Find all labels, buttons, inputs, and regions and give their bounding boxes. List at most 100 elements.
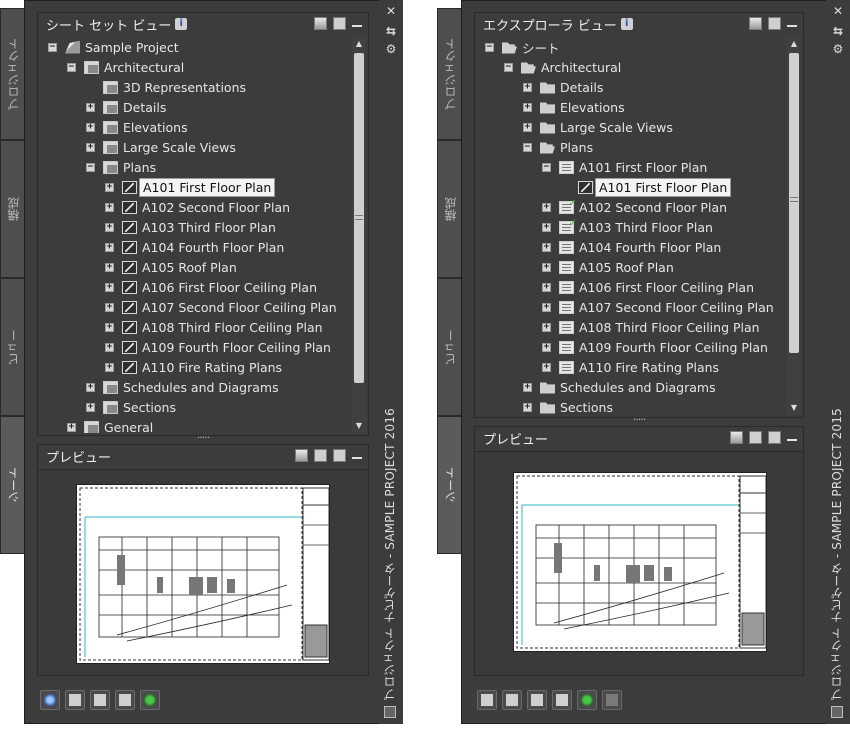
- tree-item[interactable]: + A107 Second Floor Ceiling Plan: [542, 297, 774, 317]
- expand-icon[interactable]: +: [542, 242, 551, 252]
- tree-item[interactable]: − Sample Project: [48, 37, 179, 57]
- collapse-icon[interactable]: [787, 24, 797, 27]
- expand-icon[interactable]: +: [542, 262, 551, 272]
- tab-constructs[interactable]: 構成: [437, 140, 463, 278]
- close-icon[interactable]: ✕: [383, 4, 399, 18]
- expand-icon[interactable]: +: [523, 382, 532, 392]
- settings-icon[interactable]: ⚙: [830, 42, 846, 56]
- tools-icon[interactable]: [90, 690, 110, 710]
- expand-icon[interactable]: +: [105, 242, 114, 252]
- tab-project[interactable]: プロジェクト: [0, 8, 26, 140]
- collapse-node-icon[interactable]: −: [48, 42, 57, 52]
- collapse-node-icon[interactable]: −: [86, 162, 95, 172]
- tree-scrollbar[interactable]: ▲ ▼: [787, 37, 801, 415]
- tree-item[interactable]: + A107 Second Floor Ceiling Plan: [105, 297, 337, 317]
- globe-icon[interactable]: [40, 690, 60, 710]
- expand-icon[interactable]: +: [105, 342, 114, 352]
- expand-icon[interactable]: +: [105, 182, 114, 192]
- folder-view-icon[interactable]: [333, 17, 346, 30]
- tree-item[interactable]: + A106 First Floor Ceiling Plan: [542, 277, 754, 297]
- tab-sheets[interactable]: シート: [0, 416, 26, 554]
- tree-item[interactable]: + Sections: [523, 397, 613, 415]
- expand-icon[interactable]: +: [105, 362, 114, 372]
- preview-toggle-icon[interactable]: [333, 449, 346, 462]
- expand-icon[interactable]: +: [86, 122, 95, 132]
- expand-icon[interactable]: +: [86, 142, 95, 152]
- tab-sheets[interactable]: シート: [437, 416, 463, 554]
- details-icon[interactable]: [749, 431, 762, 444]
- tree-item[interactable]: + A101 First Floor Plan: [105, 177, 276, 197]
- tree-item[interactable]: + A103 Third Floor Plan: [105, 217, 276, 237]
- tab-views[interactable]: ビュー: [0, 278, 26, 416]
- expand-icon[interactable]: +: [67, 422, 76, 432]
- expand-icon[interactable]: +: [523, 82, 532, 92]
- expand-icon[interactable]: +: [542, 322, 551, 332]
- tree-scrollbar[interactable]: ▲ ▼: [352, 37, 366, 433]
- view-options-icon[interactable]: [749, 17, 762, 30]
- expand-icon[interactable]: +: [542, 282, 551, 292]
- new-sheet-icon[interactable]: [477, 690, 497, 710]
- close-icon[interactable]: ✕: [830, 4, 846, 18]
- expand-icon[interactable]: +: [523, 122, 532, 132]
- expand-icon[interactable]: +: [542, 362, 551, 372]
- tree-item[interactable]: + A108 Third Floor Ceiling Plan: [105, 317, 323, 337]
- tree-item[interactable]: + A108 Third Floor Ceiling Plan: [542, 317, 760, 337]
- tree-item[interactable]: + Elevations: [86, 117, 188, 137]
- details-icon[interactable]: [314, 449, 327, 462]
- tree-item[interactable]: + ✓ A102 Second Floor Plan: [542, 197, 727, 217]
- collapse-preview-icon[interactable]: [787, 438, 797, 441]
- preview-mode-icon[interactable]: [295, 449, 308, 462]
- collapse-node-icon[interactable]: −: [67, 62, 76, 72]
- tree-item[interactable]: A101 First Floor Plan: [561, 177, 732, 197]
- tree-item[interactable]: + Large Scale Views: [86, 137, 236, 157]
- expand-icon[interactable]: +: [542, 342, 551, 352]
- properties-icon[interactable]: [552, 690, 572, 710]
- clipboard-icon[interactable]: [502, 690, 522, 710]
- tree-item[interactable]: − シート: [485, 37, 560, 57]
- expand-icon[interactable]: +: [523, 102, 532, 112]
- expand-icon[interactable]: +: [105, 302, 114, 312]
- disabled-icon[interactable]: [602, 690, 622, 710]
- tree-item[interactable]: − Architectural: [67, 57, 184, 77]
- scroll-up-icon[interactable]: ▲: [354, 39, 364, 49]
- refresh-icon[interactable]: [577, 690, 597, 710]
- tab-project[interactable]: プロジェクト: [437, 8, 463, 140]
- info-icon[interactable]: i: [620, 18, 633, 30]
- settings-icon[interactable]: ⚙: [383, 42, 399, 56]
- collapse-node-icon[interactable]: −: [542, 162, 551, 172]
- tree-item[interactable]: − Plans: [86, 157, 156, 177]
- tree-item[interactable]: + A105 Roof Plan: [542, 257, 674, 277]
- scroll-thumb[interactable]: [789, 53, 799, 353]
- view-options-icon[interactable]: [314, 17, 327, 30]
- collapse-node-icon[interactable]: −: [504, 62, 513, 72]
- collapse-node-icon[interactable]: −: [485, 42, 494, 52]
- collapse-icon[interactable]: [352, 24, 362, 27]
- tab-constructs[interactable]: 構成: [0, 140, 26, 278]
- expand-icon[interactable]: +: [105, 222, 114, 232]
- expand-icon[interactable]: +: [86, 382, 95, 392]
- expand-icon[interactable]: +: [105, 262, 114, 272]
- tree-item[interactable]: − Architectural: [504, 57, 621, 77]
- info-icon[interactable]: i: [175, 18, 188, 30]
- folder-view-icon[interactable]: [768, 17, 781, 30]
- tree-item[interactable]: + General: [67, 417, 153, 433]
- tab-views[interactable]: ビュー: [437, 278, 463, 416]
- refresh-icon[interactable]: [140, 690, 160, 710]
- tree-item[interactable]: + Details: [86, 97, 166, 117]
- autohide-icon[interactable]: ⇆: [383, 24, 399, 38]
- tree-item[interactable]: + Schedules and Diagrams: [86, 377, 279, 397]
- collapse-preview-icon[interactable]: [352, 456, 362, 459]
- tools-icon[interactable]: [527, 690, 547, 710]
- tree-item[interactable]: + A110 Fire Rating Plans: [542, 357, 719, 377]
- new-sheet-icon[interactable]: [65, 690, 85, 710]
- collapse-node-icon[interactable]: −: [523, 142, 532, 152]
- tree-item[interactable]: + Details: [523, 77, 603, 97]
- expand-icon[interactable]: +: [542, 202, 551, 212]
- tree-item[interactable]: + Sections: [86, 397, 176, 417]
- tree-item[interactable]: 3D Representations: [86, 77, 246, 97]
- tree-item[interactable]: + A104 Fourth Floor Plan: [105, 237, 284, 257]
- autohide-icon[interactable]: ⇆: [830, 24, 846, 38]
- preview-mode-icon[interactable]: [730, 431, 743, 444]
- tree-item[interactable]: + A105 Roof Plan: [105, 257, 237, 277]
- expand-icon[interactable]: +: [86, 102, 95, 112]
